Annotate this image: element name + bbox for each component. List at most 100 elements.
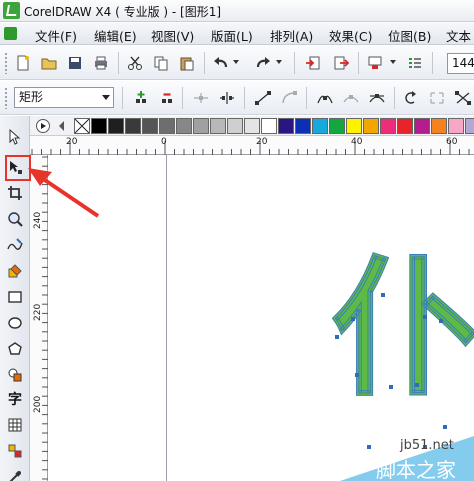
smooth-node-icon[interactable] <box>340 87 362 109</box>
annotation-arrow <box>28 168 100 218</box>
delete-node-icon[interactable] <box>156 87 178 109</box>
polygon-tool-icon[interactable] <box>4 338 26 360</box>
cut-icon[interactable] <box>124 52 146 74</box>
ruler-label: 200 <box>33 395 43 413</box>
color-swatch[interactable] <box>108 118 124 134</box>
paste-icon[interactable] <box>176 52 198 74</box>
reverse-direction-icon[interactable] <box>400 87 422 109</box>
undo-icon[interactable] <box>210 52 232 74</box>
undo-dropdown-arrow[interactable] <box>233 60 239 64</box>
menu-effects[interactable]: 效果(C) <box>329 26 372 45</box>
color-swatch[interactable] <box>363 118 379 134</box>
add-node-icon[interactable] <box>130 87 152 109</box>
coreldraw-app-icon <box>3 2 20 19</box>
color-swatch[interactable] <box>346 118 362 134</box>
standard-toolbar: 144% <box>0 46 474 80</box>
color-swatch[interactable] <box>431 118 447 134</box>
color-swatch[interactable] <box>91 118 107 134</box>
menu-text[interactable]: 文本 <box>446 26 471 45</box>
separator <box>294 52 295 74</box>
open-folder-icon[interactable] <box>38 52 60 74</box>
color-swatch[interactable] <box>227 118 243 134</box>
color-swatch[interactable] <box>142 118 158 134</box>
property-bar-grip[interactable] <box>4 87 8 109</box>
menu-edit[interactable]: 编辑(E) <box>94 26 137 45</box>
page-border-line <box>166 155 167 481</box>
palette-scroll-left-arrow[interactable] <box>59 121 64 131</box>
ellipse-tool-icon[interactable] <box>4 312 26 334</box>
join-nodes-icon[interactable] <box>190 87 212 109</box>
document-icon[interactable] <box>4 27 17 40</box>
color-swatch[interactable] <box>193 118 209 134</box>
color-swatch[interactable] <box>261 118 277 134</box>
color-swatch[interactable] <box>244 118 260 134</box>
separator <box>122 87 123 109</box>
ruler-label: 20 <box>256 137 268 147</box>
ruler-label: 20 <box>66 137 78 147</box>
eyedropper-tool-icon[interactable] <box>4 466 26 481</box>
color-swatch[interactable] <box>465 118 474 134</box>
convert-to-curve-icon[interactable] <box>278 87 300 109</box>
title-bar: CorelDRAW X4 ( 专业版 ) - [图形1] <box>0 0 474 22</box>
color-swatch[interactable] <box>397 118 413 134</box>
color-swatch[interactable] <box>448 118 464 134</box>
export-icon[interactable] <box>330 52 352 74</box>
color-swatch[interactable] <box>380 118 396 134</box>
window-title: CorelDRAW X4 ( 专业版 ) - [图形1] <box>24 5 222 19</box>
redo-icon[interactable] <box>252 52 274 74</box>
watermark-site: jb51.net <box>400 438 454 453</box>
toolbar-grip[interactable] <box>4 52 8 74</box>
save-icon[interactable] <box>64 52 86 74</box>
ruler-label: 0 <box>161 137 167 147</box>
color-swatch[interactable] <box>159 118 175 134</box>
object-type-combo[interactable]: 矩形 <box>14 87 114 108</box>
menu-view[interactable]: 视图(V) <box>151 26 194 45</box>
color-swatch[interactable] <box>295 118 311 134</box>
separator <box>244 87 245 109</box>
pick-tool-icon[interactable] <box>4 126 26 148</box>
extract-subpath-icon[interactable] <box>452 87 474 109</box>
zoom-level-combo[interactable]: 144% <box>447 53 474 74</box>
separator <box>182 87 183 109</box>
text-tool-icon[interactable]: 字 <box>4 388 26 410</box>
color-swatch[interactable] <box>312 118 328 134</box>
separator <box>118 52 119 74</box>
copy-icon[interactable] <box>150 52 172 74</box>
menu-layout[interactable]: 版面(L) <box>211 26 253 45</box>
redo-dropdown-arrow[interactable] <box>276 60 282 64</box>
smart-fill-tool-icon[interactable] <box>4 260 26 282</box>
launcher-dropdown-arrow[interactable] <box>390 60 396 64</box>
print-icon[interactable] <box>90 52 112 74</box>
menu-file[interactable]: 文件(F) <box>35 26 77 45</box>
separator <box>432 52 433 74</box>
welcome-screen-icon[interactable] <box>404 52 426 74</box>
convert-to-line-icon[interactable] <box>252 87 274 109</box>
symmetrical-node-icon[interactable] <box>366 87 388 109</box>
basic-shapes-tool-icon[interactable] <box>4 364 26 386</box>
rectangle-tool-icon[interactable] <box>4 286 26 308</box>
table-tool-icon[interactable] <box>4 414 26 436</box>
color-swatch[interactable] <box>176 118 192 134</box>
freehand-tool-icon[interactable] <box>4 234 26 256</box>
menu-bitmaps[interactable]: 位图(B) <box>388 26 431 45</box>
break-curve-icon[interactable] <box>216 87 238 109</box>
palette-flyout-button[interactable] <box>36 119 50 133</box>
color-swatch[interactable] <box>125 118 141 134</box>
color-swatch[interactable] <box>414 118 430 134</box>
extend-curve-icon[interactable] <box>426 87 448 109</box>
application-launcher-icon[interactable] <box>364 52 386 74</box>
ruler-label: 220 <box>33 303 43 321</box>
no-fill-swatch[interactable] <box>74 118 90 134</box>
separator <box>394 87 395 109</box>
separator <box>204 52 205 74</box>
color-swatch[interactable] <box>210 118 226 134</box>
interactive-blend-tool-icon[interactable] <box>4 440 26 462</box>
new-document-icon[interactable] <box>12 52 34 74</box>
color-swatches <box>70 116 474 136</box>
cusp-node-icon[interactable] <box>314 87 336 109</box>
color-swatch[interactable] <box>329 118 345 134</box>
color-swatch[interactable] <box>278 118 294 134</box>
import-icon[interactable] <box>302 52 324 74</box>
ruler-label: 60 <box>446 137 458 147</box>
menu-arrange[interactable]: 排列(A) <box>270 26 313 45</box>
